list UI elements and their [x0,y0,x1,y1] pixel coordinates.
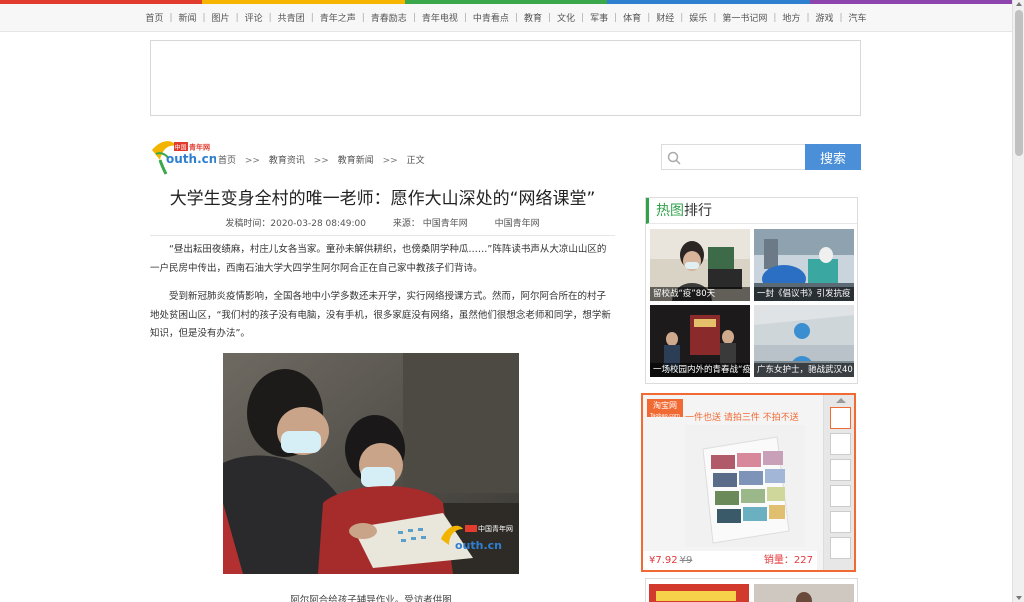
taobao-logo: 淘宝网 Taobao.com [647,399,683,419]
photo-caption: 阿尔阿合给孩子辅导作业。受访者供图 [290,595,452,602]
nav-item[interactable]: 评论 [239,11,269,24]
nav-item[interactable]: 青年电视 [416,11,464,24]
search-input[interactable] [661,144,806,170]
article-author: 中国青年网 [494,219,540,229]
page: 首页 | 新闻 | 图片 | 评论 | 共青团 | 青年之声 | 青春励志 | 青年电视 | 中青看点 | 教育 | 文… [0,0,1024,602]
scrollbar-thumb[interactable] [1015,10,1023,156]
article-source: 来源： 中国青年网 [392,219,468,229]
logo-text: outh.cn [166,152,216,166]
hot-image-caption: 一场校园内外的青春战“疫” [650,363,750,377]
old-price: ¥9 [679,555,693,566]
breadcrumb: 首页 >> 教育资讯 >> 教育新闻 >> 正文 [218,156,425,166]
breadcrumb-edu-info[interactable]: 教育资讯 [269,156,305,166]
taobao-thumb[interactable] [830,511,851,533]
price: ¥7.92 [649,555,678,566]
hot-image-item[interactable]: 广东女护士，驰战武汉40 [754,305,854,377]
hot-image-caption: 广东女护士，驰战武汉40 [754,363,854,377]
search-icon [667,150,681,165]
article-meta: 发稿时间：2020-03-28 08:49:00 来源： 中国青年网 中国青年网 [150,216,615,236]
hot-images-panel: 热图排行 留校战“疫”80天 一封《倡议书》引发抗疫 一场校园内外的青春战“疫”… [645,197,858,384]
hot-images-title: 热图排行 [646,198,857,224]
chevron-up-icon[interactable] [836,398,846,403]
publish-date: 发稿时间：2020-03-28 08:49:00 [225,219,366,229]
top-navigation: 首页 | 新闻 | 图片 | 评论 | 共青团 | 青年之声 | 青春励志 | 青年电视 | 中青看点 | 教育 | 文… [0,4,1012,32]
breadcrumb-home[interactable]: 首页 [218,156,236,166]
taobao-slogan: 一件也送 请拍三件 不拍不送 [685,413,799,423]
scroll-down-arrow-icon[interactable] [1016,596,1022,600]
svg-text:中国: 中国 [175,144,187,152]
scroll-up-arrow-icon[interactable] [1016,2,1022,6]
nav-item[interactable]: 娱乐 [683,11,713,24]
nav-item[interactable]: 军事 [584,11,614,24]
vertical-scrollbar[interactable] [1012,0,1024,602]
youth-logo-icon: 中国 青年网 outh.cn [152,141,217,175]
article-paragraph-1: “昼出耘田夜绩麻，村庄儿女各当家。童孙未解供耕织，也傍桑阴学种瓜……”阵阵读书声… [150,244,607,274]
taobao-ad[interactable]: 淘宝网 Taobao.com 一件也送 请拍三件 不拍不送 ¥7.92 ¥9 销… [641,393,856,572]
hot-image-item[interactable]: 留校战“疫”80天 [650,229,750,301]
banner-ad-placeholder[interactable] [150,40,861,116]
taobao-thumbnail-strip [823,395,854,570]
nav-item[interactable]: 第一书记网 [716,11,773,24]
hot-image-item[interactable]: 一场校园内外的青春战“疫” [650,305,750,377]
nav-item[interactable]: 游戏 [809,11,839,24]
taobao-thumb[interactable] [830,485,851,507]
hot-image-item[interactable]: 一封《倡议书》引发抗疫 [754,229,854,301]
nav-item[interactable]: 青年之声 [314,11,362,24]
nav-item[interactable]: 青春励志 [365,11,413,24]
nav-item[interactable]: 体育 [617,11,647,24]
hot-image-caption: 留校战“疫”80天 [650,287,750,301]
nav-item[interactable]: 文化 [551,11,581,24]
nav-item[interactable]: 财经 [650,11,680,24]
taobao-price-bar: ¥7.92 ¥9 销量：227 [643,551,817,570]
nav-item[interactable]: 新闻 [172,11,202,24]
nav-item[interactable]: 教育 [518,11,548,24]
more-hot-images[interactable] [645,578,858,602]
taobao-thumb[interactable] [830,537,851,559]
hot-image-caption: 一封《倡议书》引发抗疫 [754,287,854,301]
photo-watermark: 中国青年网 [478,524,513,533]
breadcrumb-current: 正文 [406,156,425,166]
breadcrumb-edu-news[interactable]: 教育新闻 [338,156,374,166]
article-paragraph-2: 受到新冠肺炎疫情影响，全国各地中小学多数还未开学，实行网络授课方式。然而，阿尔阿… [150,291,611,339]
svg-text:青年网: 青年网 [189,143,210,152]
nav-item[interactable]: 地方 [776,11,806,24]
taobao-thumb[interactable] [830,459,851,481]
article-title: 大学生变身全村的唯一老师：愿作大山深处的“网络课堂” [169,189,596,209]
nav-item[interactable]: 汽车 [843,11,873,24]
nav-item[interactable]: 图片 [206,11,236,24]
site-logo[interactable]: 中国 青年网 outh.cn [150,136,217,176]
search-button[interactable]: 搜索 [805,144,861,170]
nav-item[interactable]: 共青团 [272,11,311,24]
taobao-thumb[interactable] [830,407,851,429]
product-image [685,425,805,547]
taobao-thumb[interactable] [830,433,851,455]
sales-count: 销量：227 [763,555,813,566]
nav-item[interactable]: 首页 [139,11,169,24]
svg-text:outh.cn: outh.cn [455,539,502,552]
nav-item[interactable]: 中青看点 [467,11,515,24]
article-photo: 中国青年网 outh.cn [223,353,519,574]
